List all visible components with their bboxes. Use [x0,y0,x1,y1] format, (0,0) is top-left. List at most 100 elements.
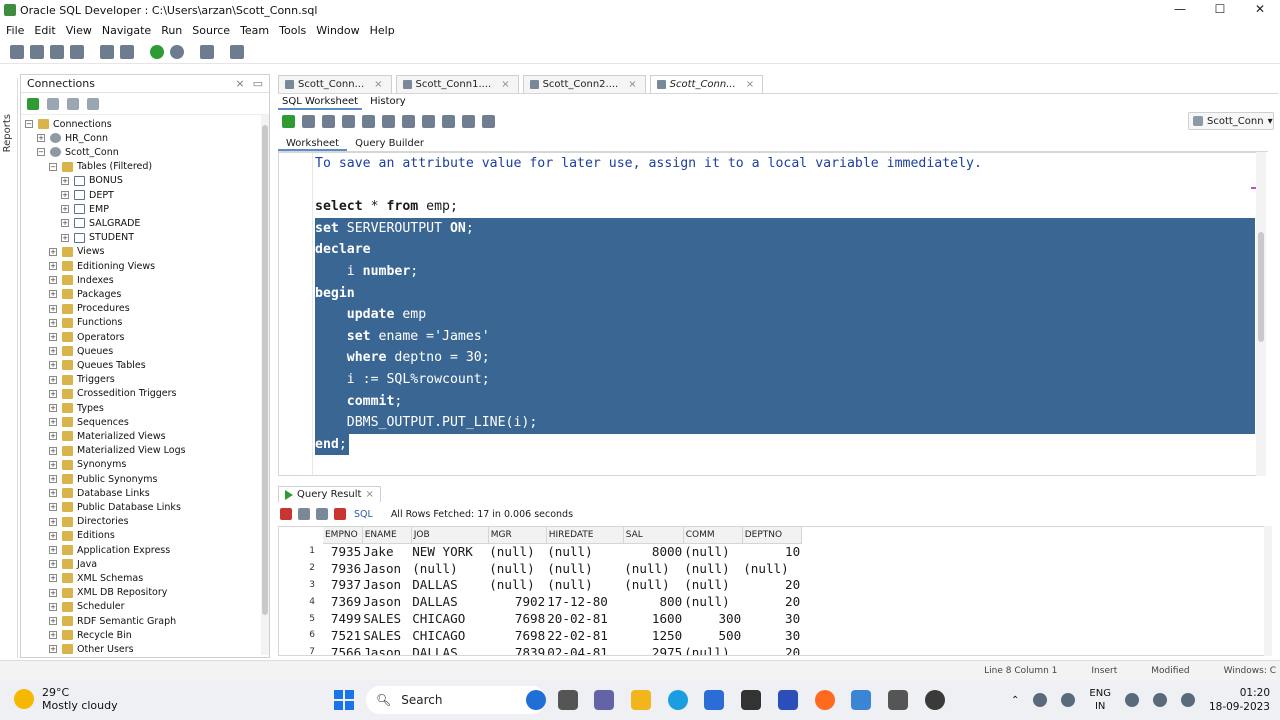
code-area[interactable]: To save an attribute value for later use… [315,153,1255,456]
expand-toggle-icon[interactable]: + [49,460,57,469]
expand-toggle-icon[interactable]: + [49,475,57,483]
volume-icon[interactable] [1152,693,1167,707]
store-icon[interactable] [704,690,724,710]
expand-toggle-icon[interactable]: + [49,290,57,299]
expand-toggle-icon[interactable]: − [37,148,45,157]
tree-node[interactable]: + Procedures [49,302,130,316]
expand-toggle-icon[interactable]: + [49,318,57,327]
history-icon[interactable] [462,114,475,128]
table-row[interactable]: 7 7566 Jason DALLAS 7839 02-04-81 2975 (null) 20 [279,644,801,655]
expand-toggle-icon[interactable]: + [49,560,57,569]
code-line[interactable]: commit; [315,390,1255,413]
expand-toggle-icon[interactable]: + [37,134,45,143]
tab-sql-worksheet[interactable]: SQL Worksheet [278,96,363,110]
code-line[interactable]: update emp [315,304,1255,326]
close-tab-icon[interactable]: × [746,79,754,90]
tree-node[interactable]: + Editions [49,529,115,543]
tree-node[interactable]: + Queues Tables [49,358,146,372]
tree-node[interactable]: + Public Synonyms [49,472,157,486]
table-row[interactable]: 2 7936 Jason (null) (null) (null) (null) (null)… [279,560,801,577]
column-header-hiredate[interactable]: HIREDATE [546,527,624,544]
tree-node[interactable]: + XML Schemas [49,571,143,585]
tree-node[interactable]: + XML DB Repository [49,586,167,600]
add-connection-icon[interactable] [27,97,39,110]
close-tab-icon[interactable]: × [501,79,509,90]
column-header-ename[interactable]: ENAME [362,527,412,544]
sql-editor[interactable]: To save an attribute value for later use… [278,152,1264,476]
teams-chat-icon[interactable] [594,690,614,710]
expand-toggle-icon[interactable]: + [49,347,57,356]
minimize-button[interactable]: — [1160,0,1200,20]
edge-icon[interactable] [668,690,688,710]
menu-edit[interactable]: Edit [34,24,55,37]
clear-icon[interactable] [442,114,455,128]
code-line[interactable]: begin [315,282,1255,305]
expand-toggle-icon[interactable]: + [49,645,57,654]
expand-toggle-icon[interactable]: − [49,162,57,171]
tree-node[interactable]: + STUDENT [61,231,134,245]
code-line[interactable]: end; [315,433,349,456]
menu-navigate[interactable]: Navigate [102,24,151,37]
connections-scrollbar[interactable] [261,115,269,655]
unshared-worksheet-icon[interactable] [422,114,435,128]
print-icon[interactable] [298,508,310,520]
schema-browser-icon[interactable] [87,97,99,110]
tree-node[interactable]: + Sequences [49,415,129,429]
tree-node[interactable]: + Views [49,245,105,259]
sql-developer-taskbar-icon[interactable] [888,690,908,710]
menu-file[interactable]: File [6,24,24,37]
tab-history[interactable]: History [366,96,410,110]
expand-toggle-icon[interactable]: + [49,361,57,370]
editor-tab[interactable]: Scott_Conn... × [649,75,764,93]
visual-studio-icon[interactable] [778,690,798,710]
expand-toggle-icon[interactable]: + [49,631,57,640]
expand-toggle-icon[interactable]: + [49,333,57,341]
format-icon[interactable] [482,114,495,128]
tree-node[interactable]: + Packages [49,287,121,301]
menu-window[interactable]: Window [316,24,359,37]
app-icon-dark[interactable] [741,690,761,710]
close-panel-icon[interactable]: × [235,75,244,92]
code-line[interactable]: To save an attribute value for later use… [315,153,1255,175]
tab-worksheet[interactable]: Worksheet [278,136,348,151]
bing-icon[interactable] [526,690,546,710]
expand-toggle-icon[interactable]: + [61,205,69,214]
tree-node[interactable]: + Types [49,401,104,415]
expand-toggle-icon[interactable]: + [49,503,57,512]
tree-node[interactable]: + Triggers [49,373,115,387]
firefox-icon[interactable] [815,690,835,710]
expand-toggle-icon[interactable]: + [49,531,57,540]
forward-icon[interactable] [170,44,184,59]
expand-toggle-icon[interactable]: + [49,304,57,313]
tree-node[interactable]: + BONUS [61,174,123,188]
expand-toggle-icon[interactable]: + [49,432,57,441]
tree-node[interactable]: + Queues [49,344,113,358]
expand-toggle-icon[interactable]: + [49,574,57,583]
expand-toggle-icon[interactable]: + [49,517,57,526]
tree-node[interactable]: + DEPT [61,188,114,202]
expand-toggle-icon[interactable]: + [49,276,57,285]
taskbar-search[interactable]: 🔍︎ Search [366,686,546,714]
editor-tab[interactable]: Scott_Conn1.... × [395,75,519,93]
column-header-mgr[interactable]: MGR [488,527,547,544]
monitor-sessions-icon[interactable] [230,44,244,59]
clock[interactable]: 01:20 18-09-2023 [1209,686,1270,714]
tree-node[interactable]: + Crossedition Triggers [49,387,177,401]
menu-view[interactable]: View [66,24,92,37]
code-line[interactable]: select * from emp; [315,196,1255,218]
editor-tab[interactable]: Scott_Conn2.... × [522,75,646,93]
start-button[interactable] [334,690,354,710]
expand-toggle-icon[interactable]: + [49,247,57,256]
tree-node[interactable]: − Tables (Filtered) [49,160,152,174]
tree-node[interactable]: + Database Links [49,486,150,500]
expand-toggle-icon[interactable]: + [49,588,57,597]
tree-node[interactable]: + HR_Conn [37,131,108,145]
tree-node[interactable]: + Materialized View Logs [49,444,186,458]
tree-node[interactable]: + EMP [61,202,109,216]
menu-run[interactable]: Run [161,24,182,37]
column-header-sal[interactable]: SAL [623,527,684,544]
expand-toggle-icon[interactable]: − [25,120,33,128]
undo-icon[interactable] [100,44,114,59]
code-line[interactable]: set ename ='James' [315,325,1255,348]
new-file-icon[interactable] [10,44,24,59]
